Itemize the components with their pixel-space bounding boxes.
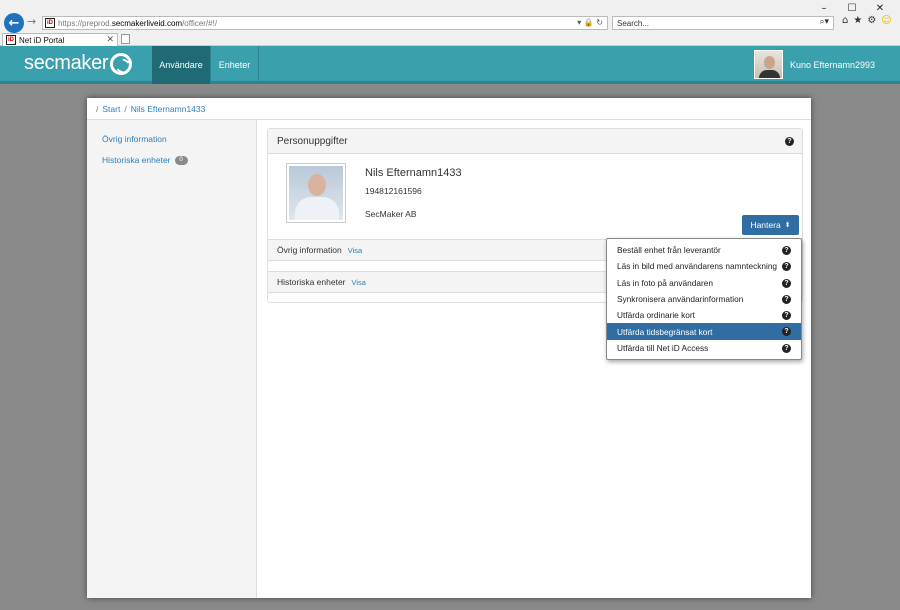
panel-header: Personuppgifter ?: [268, 129, 802, 154]
user-name: Kuno Efternamn2993: [790, 59, 876, 70]
manage-dropdown-menu: Beställ enhet från leverantör? Läs in bi…: [606, 238, 802, 360]
menu-item-label: Utfärda tidsbegränsat kort: [617, 326, 713, 337]
sidebar-item-label: Övrig information: [102, 134, 167, 144]
menu-item-las-in-namnteckning[interactable]: Läs in bild med användarens namnteckning…: [607, 258, 801, 274]
browser-chrome: – ☐ ✕ ← → iD https://preprod.secmakerliv…: [0, 0, 900, 46]
help-icon[interactable]: ?: [782, 246, 791, 255]
address-url[interactable]: https://preprod.secmakerliveid.com/offic…: [58, 19, 217, 28]
help-icon[interactable]: ?: [785, 137, 794, 146]
manage-button-label: Hantera: [750, 220, 781, 230]
user-menu[interactable]: Kuno Efternamn2993: [754, 50, 875, 79]
help-icon[interactable]: ?: [782, 327, 791, 337]
section-title: Historiska enheter: [277, 277, 346, 287]
back-arrow-icon[interactable]: ←: [4, 13, 24, 33]
person-name: Nils Efternamn1433: [365, 167, 462, 179]
menu-item-utfarda-net-id-access[interactable]: Utfärda till Net iD Access?: [607, 340, 801, 356]
favorites-star-icon[interactable]: ★: [853, 15, 862, 26]
person-id-number: 194812161596: [365, 186, 422, 196]
menu-item-bestall-enhet[interactable]: Beställ enhet från leverantör?: [607, 242, 801, 258]
feedback-smiley-icon[interactable]: ☺: [881, 15, 891, 26]
show-ovrig-information-link[interactable]: Visa: [348, 246, 362, 255]
menu-item-synkronisera[interactable]: Synkronisera användarinformation?: [607, 291, 801, 307]
address-bar[interactable]: iD https://preprod.secmakerliveid.com/of…: [42, 16, 608, 30]
manage-button[interactable]: Hantera ⬍: [742, 215, 799, 235]
breadcrumb-separator: /: [96, 103, 99, 114]
help-icon[interactable]: ?: [782, 343, 791, 353]
tab-anvandare[interactable]: Användare: [152, 46, 210, 84]
tab-favicon-icon: iD: [6, 35, 16, 45]
browser-toolbar-icons: ⌂ ★ ⚙ ☺: [842, 15, 892, 26]
tab-enheter[interactable]: Enheter: [211, 46, 258, 84]
sidebar-item-historiska-enheter[interactable]: Historiska enheter 0: [102, 155, 188, 165]
breadcrumb-current[interactable]: Nils Efternamn1433: [131, 104, 206, 114]
menu-item-las-in-foto[interactable]: Läs in foto på användaren?: [607, 275, 801, 291]
menu-item-label: Läs in foto på användaren: [617, 277, 713, 288]
menu-item-label: Beställ enhet från leverantör: [617, 245, 721, 256]
menu-item-label: Utfärda ordinarie kort: [617, 310, 695, 321]
nav-divider: [258, 46, 259, 84]
menu-item-label: Utfärda till Net iD Access: [617, 342, 709, 353]
avatar: [754, 50, 783, 79]
menu-item-label: Läs in bild med användarens namnteckning: [617, 261, 778, 272]
help-icon[interactable]: ?: [782, 294, 791, 304]
menu-item-utfarda-tidsbegransat[interactable]: Utfärda tidsbegränsat kort?: [607, 323, 801, 340]
menu-item-utfarda-ordinarie[interactable]: Utfärda ordinarie kort?: [607, 307, 801, 323]
settings-gear-icon[interactable]: ⚙: [867, 15, 876, 26]
forward-arrow-icon[interactable]: →: [27, 15, 36, 28]
minimize-button[interactable]: –: [810, 0, 838, 16]
maximize-button[interactable]: ☐: [838, 0, 866, 16]
window-controls: – ☐ ✕: [810, 0, 894, 16]
close-tab-icon[interactable]: ✕: [106, 34, 114, 45]
address-actions-icon[interactable]: ▾ 🔒 ↻: [577, 18, 603, 27]
sidebar-item-ovrig-information[interactable]: Övrig information: [102, 134, 167, 144]
site-favicon-icon: iD: [45, 18, 55, 28]
show-historiska-enheter-link[interactable]: Visa: [352, 278, 366, 287]
person-organization: SecMaker AB: [365, 209, 417, 219]
tab-title: Net iD Portal: [19, 35, 65, 45]
user-photo: [286, 163, 346, 223]
breadcrumb: / Start / Nils Efternamn1433: [87, 98, 811, 120]
panel-title: Personuppgifter: [277, 135, 348, 147]
secmaker-logo[interactable]: secmaker: [24, 52, 109, 75]
breadcrumb-start[interactable]: Start: [102, 104, 120, 114]
breadcrumb-separator: /: [124, 103, 127, 114]
app-header: secmaker Användare Enheter Kuno Efternam…: [0, 46, 900, 84]
help-icon[interactable]: ?: [782, 278, 791, 288]
section-title: Övrig information: [277, 245, 342, 255]
sort-caret-icon: ⬍: [784, 221, 791, 229]
close-window-button[interactable]: ✕: [866, 0, 894, 16]
browser-search-input[interactable]: Search... ⌕▾: [612, 16, 834, 30]
new-tab-button[interactable]: [121, 34, 130, 44]
help-icon[interactable]: ?: [782, 262, 791, 272]
count-badge: 0: [174, 155, 188, 165]
search-icon[interactable]: ⌕▾: [819, 17, 829, 27]
sidebar: Övrig information Historiska enheter 0: [87, 120, 257, 598]
home-icon[interactable]: ⌂: [842, 15, 848, 26]
browser-tab[interactable]: iD Net iD Portal ✕: [2, 33, 118, 46]
secmaker-logo-icon: [110, 53, 132, 75]
menu-item-label: Synkronisera användarinformation: [617, 294, 744, 305]
sidebar-item-label: Historiska enheter: [102, 155, 171, 165]
help-icon[interactable]: ?: [782, 311, 791, 321]
